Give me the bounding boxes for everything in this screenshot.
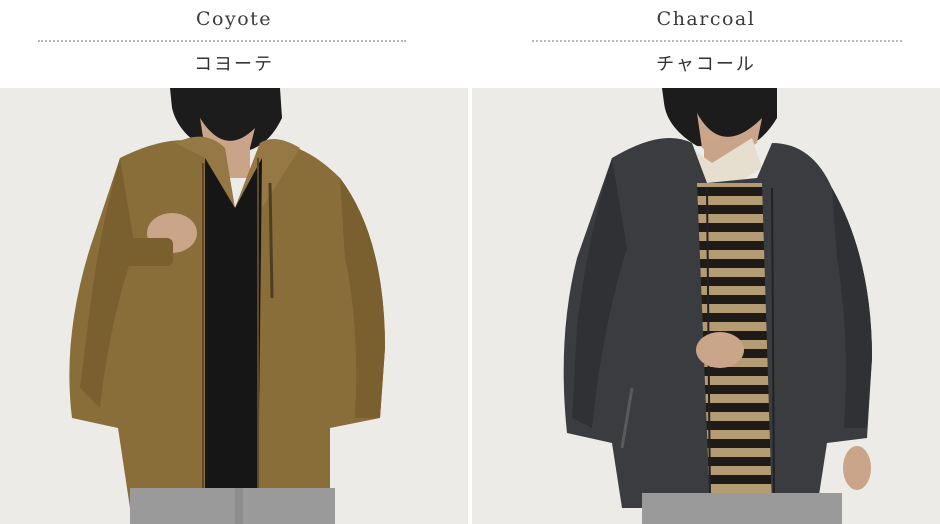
variant-name-en: Coyote: [195, 8, 273, 30]
coyote-jacket-photo[interactable]: [0, 88, 468, 524]
model-photo-illustration: [472, 88, 940, 524]
color-variant-panel: Coyote コヨーテ Charcoal チャコール: [0, 0, 940, 524]
variant-header: Coyote コヨーテ: [0, 0, 468, 88]
variant-name-en: Charcoal: [656, 8, 756, 30]
dotted-divider: [532, 40, 902, 42]
variant-coyote[interactable]: Coyote コヨーテ: [0, 0, 468, 524]
variant-charcoal[interactable]: Charcoal チャコール: [472, 0, 940, 524]
charcoal-jacket-photo[interactable]: [472, 88, 940, 524]
variant-name-jp: コヨーテ: [194, 54, 274, 75]
model-photo-illustration: [0, 88, 468, 524]
dotted-divider: [38, 40, 406, 42]
variant-name-jp: チャコール: [656, 54, 756, 75]
variant-header: Charcoal チャコール: [472, 0, 940, 88]
